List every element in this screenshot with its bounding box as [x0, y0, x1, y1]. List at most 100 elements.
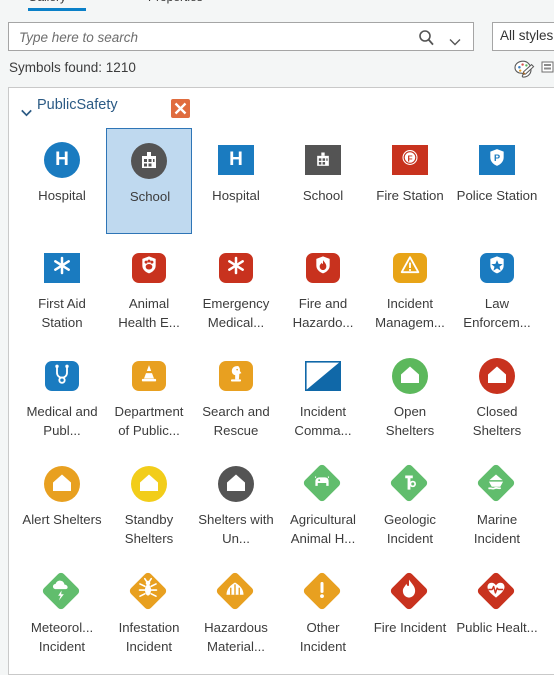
agricultural-animal-health-icon [302, 463, 342, 503]
symbol-item[interactable]: Other Incident [280, 560, 366, 666]
symbol-item[interactable]: Fire Incident [367, 560, 453, 666]
symbol-glyph [305, 466, 339, 500]
symbol-grid: H Hospital School H Hospital School F Fire Stat… [19, 128, 543, 668]
close-icon[interactable] [171, 99, 190, 118]
tab-properties[interactable]: Properties [148, 0, 203, 4]
symbol-glyph [44, 253, 80, 283]
symbol-glyph [305, 361, 341, 391]
symbol-item[interactable]: Incident Managem... [367, 236, 453, 342]
symbol-item[interactable]: Open Shelters [367, 344, 453, 450]
symbol-item[interactable]: Emergency Medical... [193, 236, 279, 342]
symbol-glyph [392, 466, 426, 500]
symbol-item[interactable]: Alert Shelters [19, 452, 105, 558]
symbol-item[interactable]: Fire and Hazardo... [280, 236, 366, 342]
symbol-item[interactable]: Law Enforcem... [454, 236, 540, 342]
symbol-item[interactable]: Search and Rescue [193, 344, 279, 450]
symbol-glyph [44, 466, 80, 502]
incident-command-icon [305, 358, 341, 394]
police-station-icon: P [479, 142, 515, 178]
symbol-item[interactable]: Infestation Incident [106, 560, 192, 666]
search-icon[interactable] [418, 29, 435, 46]
symbol-item[interactable]: Medical and Publ... [19, 344, 105, 450]
symbol-item[interactable]: Department of Public... [106, 344, 192, 450]
symbol-item[interactable]: Public Healt... [454, 560, 540, 666]
symbol-item[interactable]: School [106, 128, 192, 234]
symbol-glyph: H [55, 149, 69, 170]
symbol-glyph [479, 466, 513, 500]
symbol-item[interactable]: Geologic Incident [367, 452, 453, 558]
symbol-label: Meteorol... Incident [30, 620, 94, 654]
search-rescue-icon [218, 358, 254, 394]
school-square-icon [305, 142, 341, 178]
symbol-glyph [218, 466, 254, 502]
symbol-glyph [305, 145, 341, 175]
symbol-item[interactable]: H Hospital [19, 128, 105, 234]
symbol-glyph [131, 143, 167, 179]
symbol-label: Alert Shelters [22, 512, 102, 527]
symbol-row: First Aid Station Animal Health E... Emerg… [19, 236, 543, 344]
symbol-item[interactable]: Shelters with Un... [193, 452, 279, 558]
chevron-down-icon[interactable] [21, 104, 32, 117]
symbol-item[interactable]: Hazardous Material... [193, 560, 279, 666]
symbol-item[interactable]: Standby Shelters [106, 452, 192, 558]
incident-management-icon [392, 250, 428, 286]
school-circle-icon [131, 143, 167, 179]
symbol-glyph: H [229, 149, 243, 170]
options-icon[interactable] [541, 58, 554, 78]
search-dropdown-chevron-down-icon[interactable] [449, 33, 461, 46]
symbol-glyph [479, 574, 513, 608]
symbol-label: Hazardous Material... [204, 620, 268, 654]
symbol-label: First Aid Station [38, 296, 86, 330]
symbol-item[interactable]: School [280, 128, 366, 234]
hospital-circle-icon: H [44, 142, 80, 178]
symbol-label: School [302, 188, 344, 203]
symbol-label: Emergency Medical... [202, 296, 270, 330]
all-styles-value: All styles [500, 28, 554, 43]
symbol-label: Hospital [212, 188, 260, 203]
symbol-glyph [219, 361, 253, 391]
standby-shelters-icon [131, 466, 167, 502]
symbol-item[interactable]: Incident Comma... [280, 344, 366, 450]
symbol-glyph [480, 253, 514, 283]
closed-shelters-icon [479, 358, 515, 394]
marine-incident-icon [476, 463, 516, 503]
symbol-row: Meteorol... Incident Infestation Incident… [19, 560, 543, 668]
symbol-glyph [131, 574, 165, 608]
emergency-medical-icon [218, 250, 254, 286]
symbol-label: Geologic Incident [383, 512, 437, 546]
palette-icon[interactable] [512, 58, 536, 80]
symbol-glyph [306, 253, 340, 283]
symbol-label: Law Enforcem... [463, 296, 531, 330]
symbol-glyph [132, 361, 166, 391]
search-input[interactable] [19, 27, 414, 48]
symbol-glyph [131, 466, 167, 502]
law-enforcement-icon [479, 250, 515, 286]
symbol-glyph [218, 574, 252, 608]
hospital-square-icon: H [218, 142, 254, 178]
alert-shelters-icon [44, 466, 80, 502]
symbol-glyph [392, 358, 428, 394]
symbol-item[interactable]: Closed Shelters [454, 344, 540, 450]
symbol-label: Fire and Hazardo... [292, 296, 354, 330]
search-row: All styles [0, 20, 554, 54]
symbol-item[interactable]: P Police Station [454, 128, 540, 234]
search-box[interactable] [8, 22, 474, 51]
all-styles-dropdown[interactable]: All styles [492, 22, 554, 51]
symbol-item[interactable]: Meteorol... Incident [19, 560, 105, 666]
symbol-item[interactable]: H Hospital [193, 128, 279, 234]
symbol-glyph [219, 253, 253, 283]
symbol-glyph [392, 574, 426, 608]
symbol-item[interactable]: First Aid Station [19, 236, 105, 342]
tab-gallery[interactable]: Gallery [28, 0, 66, 4]
infestation-incident-icon [128, 571, 168, 611]
symbol-glyph [132, 253, 166, 283]
symbol-results-panel: PublicSafety H Hospital School H Hospital Sch… [8, 87, 554, 675]
symbol-item[interactable]: Animal Health E... [106, 236, 192, 342]
symbol-label: Animal Health E... [118, 296, 180, 330]
symbol-item[interactable]: F Fire Station [367, 128, 453, 234]
symbol-item[interactable]: Marine Incident [454, 452, 540, 558]
symbol-item[interactable]: Agricultural Animal H... [280, 452, 366, 558]
medical-public-health-icon [44, 358, 80, 394]
status-row: Symbols found: 1210 [0, 58, 554, 86]
symbol-glyph [479, 358, 515, 394]
